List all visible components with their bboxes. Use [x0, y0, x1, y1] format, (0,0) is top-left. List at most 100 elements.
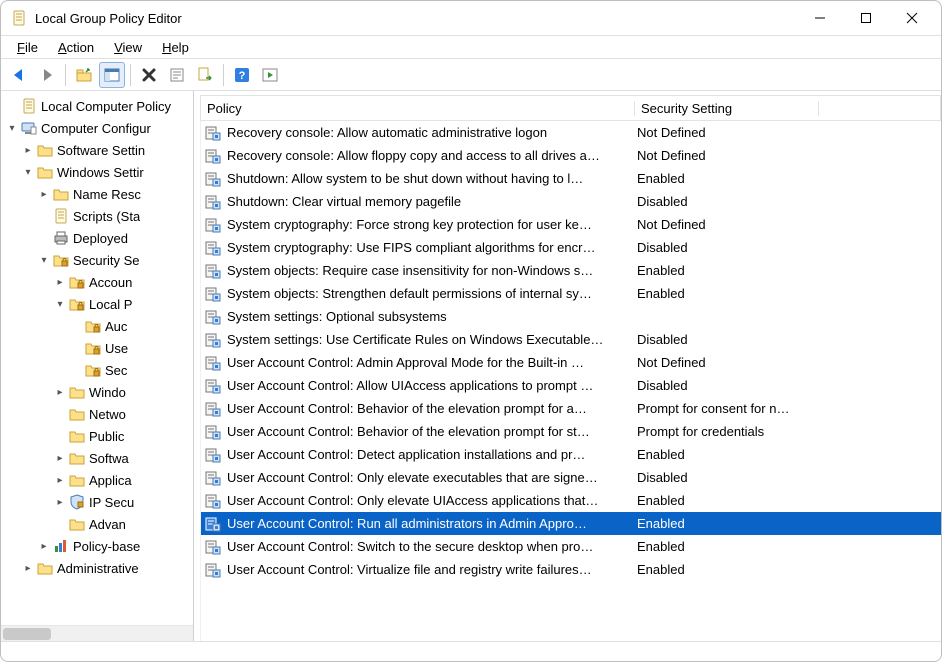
back-button[interactable] — [6, 62, 32, 88]
tree-item-softrest[interactable]: ▸Softwa — [1, 447, 193, 469]
tree-item-policybased[interactable]: ▸ Policy-base — [1, 535, 193, 557]
statusbar — [1, 641, 941, 661]
policy-setting: Disabled — [637, 470, 817, 485]
policy-row[interactable]: User Account Control: Virtualize file an… — [201, 558, 941, 581]
policy-row[interactable]: System objects: Strengthen default permi… — [201, 282, 941, 305]
policy-name: System cryptography: Use FIPS compliant … — [227, 240, 637, 255]
tree[interactable]: Local Computer Policy▾Computer Configur▸… — [1, 95, 193, 579]
help-button[interactable]: ? — [229, 62, 255, 88]
expand-toggle[interactable]: ▸ — [21, 561, 35, 575]
tree-item-user[interactable]: Use — [1, 337, 193, 359]
tree-item-localp[interactable]: ▾Local P — [1, 293, 193, 315]
policy-row[interactable]: Shutdown: Allow system to be shut down w… — [201, 167, 941, 190]
policy-setting: Enabled — [637, 539, 817, 554]
policy-row[interactable]: User Account Control: Admin Approval Mod… — [201, 351, 941, 374]
policy-row[interactable]: System settings: Use Certificate Rules o… — [201, 328, 941, 351]
policy-row[interactable]: User Account Control: Run all administra… — [201, 512, 941, 535]
export-button[interactable] — [192, 62, 218, 88]
policy-row[interactable]: System cryptography: Force strong key pr… — [201, 213, 941, 236]
up-button[interactable] — [71, 62, 97, 88]
collapse-toggle[interactable]: ▾ — [53, 297, 67, 311]
action-button[interactable] — [257, 62, 283, 88]
policy-row[interactable]: User Account Control: Behavior of the el… — [201, 397, 941, 420]
policy-row[interactable]: User Account Control: Only elevate UIAcc… — [201, 489, 941, 512]
policy-item-icon — [205, 470, 221, 486]
policy-row[interactable]: User Account Control: Behavior of the el… — [201, 420, 941, 443]
policy-name: User Account Control: Only elevate UIAcc… — [227, 493, 637, 508]
collapse-toggle[interactable]: ▾ — [21, 165, 35, 179]
tree-item-winset[interactable]: ▾ Windows Settir — [1, 161, 193, 183]
tree-item-softset[interactable]: ▸ Software Settin — [1, 139, 193, 161]
tree-horizontal-scrollbar[interactable] — [1, 625, 193, 641]
tree-label: Applica — [89, 473, 132, 488]
policy-row[interactable]: Recovery console: Allow automatic admini… — [201, 121, 941, 144]
policy-item-icon — [205, 401, 221, 417]
tree-item-compconf[interactable]: ▾Computer Configur — [1, 117, 193, 139]
collapse-toggle[interactable]: ▾ — [37, 253, 51, 267]
column-header-policy[interactable]: Policy — [201, 101, 635, 116]
column-header-setting[interactable]: Security Setting — [635, 101, 819, 116]
show-hide-tree-button[interactable] — [99, 62, 125, 88]
policy-row[interactable]: Shutdown: Clear virtual memory pagefileD… — [201, 190, 941, 213]
tree-item-scripts[interactable]: Scripts (Sta — [1, 205, 193, 227]
tree-label: Policy-base — [73, 539, 140, 554]
expand-toggle[interactable]: ▸ — [37, 539, 51, 553]
tree-item-windowsfw[interactable]: ▸Windo — [1, 381, 193, 403]
folder-icon — [53, 186, 69, 202]
tree-item-nameres[interactable]: ▸Name Resc — [1, 183, 193, 205]
tree-item-secset[interactable]: ▾ Security Se — [1, 249, 193, 271]
policy-row[interactable]: System settings: Optional subsystems — [201, 305, 941, 328]
policy-setting: Enabled — [637, 447, 817, 462]
policy-setting: Not Defined — [637, 355, 817, 370]
policy-setting: Disabled — [637, 378, 817, 393]
forward-button[interactable] — [34, 62, 60, 88]
menu-file[interactable]: File — [7, 38, 48, 57]
policy-row[interactable]: System cryptography: Use FIPS compliant … — [201, 236, 941, 259]
tree-item-ipsec[interactable]: ▸IP Secu — [1, 491, 193, 513]
policy-row[interactable]: System objects: Require case insensitivi… — [201, 259, 941, 282]
policy-name: User Account Control: Behavior of the el… — [227, 424, 637, 439]
policy-name: System settings: Optional subsystems — [227, 309, 637, 324]
tree-item-public[interactable]: Public — [1, 425, 193, 447]
tree-label: Software Settin — [57, 143, 145, 158]
folder-icon — [69, 406, 85, 422]
collapse-toggle[interactable]: ▾ — [5, 121, 19, 135]
tree-item-root[interactable]: Local Computer Policy — [1, 95, 193, 117]
list-header[interactable]: Policy Security Setting — [200, 95, 941, 121]
policy-row[interactable]: User Account Control: Allow UIAccess app… — [201, 374, 941, 397]
tree-item-network[interactable]: Netwo — [1, 403, 193, 425]
expand-toggle[interactable]: ▸ — [53, 473, 67, 487]
policy-row[interactable]: User Account Control: Only elevate execu… — [201, 466, 941, 489]
properties-button[interactable] — [164, 62, 190, 88]
tree-item-appctl[interactable]: ▸ Applica — [1, 469, 193, 491]
expand-toggle[interactable]: ▸ — [53, 495, 67, 509]
policy-row[interactable]: User Account Control: Detect application… — [201, 443, 941, 466]
tree-label: Security Se — [73, 253, 139, 268]
expand-toggle[interactable]: ▸ — [37, 187, 51, 201]
tree-item-secopt[interactable]: Sec — [1, 359, 193, 381]
expand-toggle[interactable]: ▸ — [53, 275, 67, 289]
close-button[interactable] — [889, 1, 935, 35]
maximize-button[interactable] — [843, 1, 889, 35]
policy-row[interactable]: User Account Control: Switch to the secu… — [201, 535, 941, 558]
menu-view[interactable]: View — [104, 38, 152, 57]
tree-label: Windows Settir — [57, 165, 144, 180]
tree-label: Use — [105, 341, 128, 356]
tree-item-account[interactable]: ▸Accoun — [1, 271, 193, 293]
menu-action[interactable]: Action — [48, 38, 104, 57]
tree-item-admintpl[interactable]: ▸ Administrative — [1, 557, 193, 579]
expand-toggle[interactable]: ▸ — [21, 143, 35, 157]
policy-name: Shutdown: Clear virtual memory pagefile — [227, 194, 637, 209]
tree-item-advanced[interactable]: Advan — [1, 513, 193, 535]
minimize-button[interactable] — [797, 1, 843, 35]
policy-row[interactable]: Recovery console: Allow floppy copy and … — [201, 144, 941, 167]
policy-setting: Enabled — [637, 286, 817, 301]
list-body[interactable]: Recovery console: Allow automatic admini… — [200, 121, 941, 641]
menu-help[interactable]: Help — [152, 38, 199, 57]
delete-button[interactable] — [136, 62, 162, 88]
expand-toggle[interactable]: ▸ — [53, 451, 67, 465]
expand-toggle[interactable]: ▸ — [53, 385, 67, 399]
tree-item-audit[interactable]: Auc — [1, 315, 193, 337]
tree-item-deployed[interactable]: Deployed — [1, 227, 193, 249]
tree-label: Administrative — [57, 561, 139, 576]
